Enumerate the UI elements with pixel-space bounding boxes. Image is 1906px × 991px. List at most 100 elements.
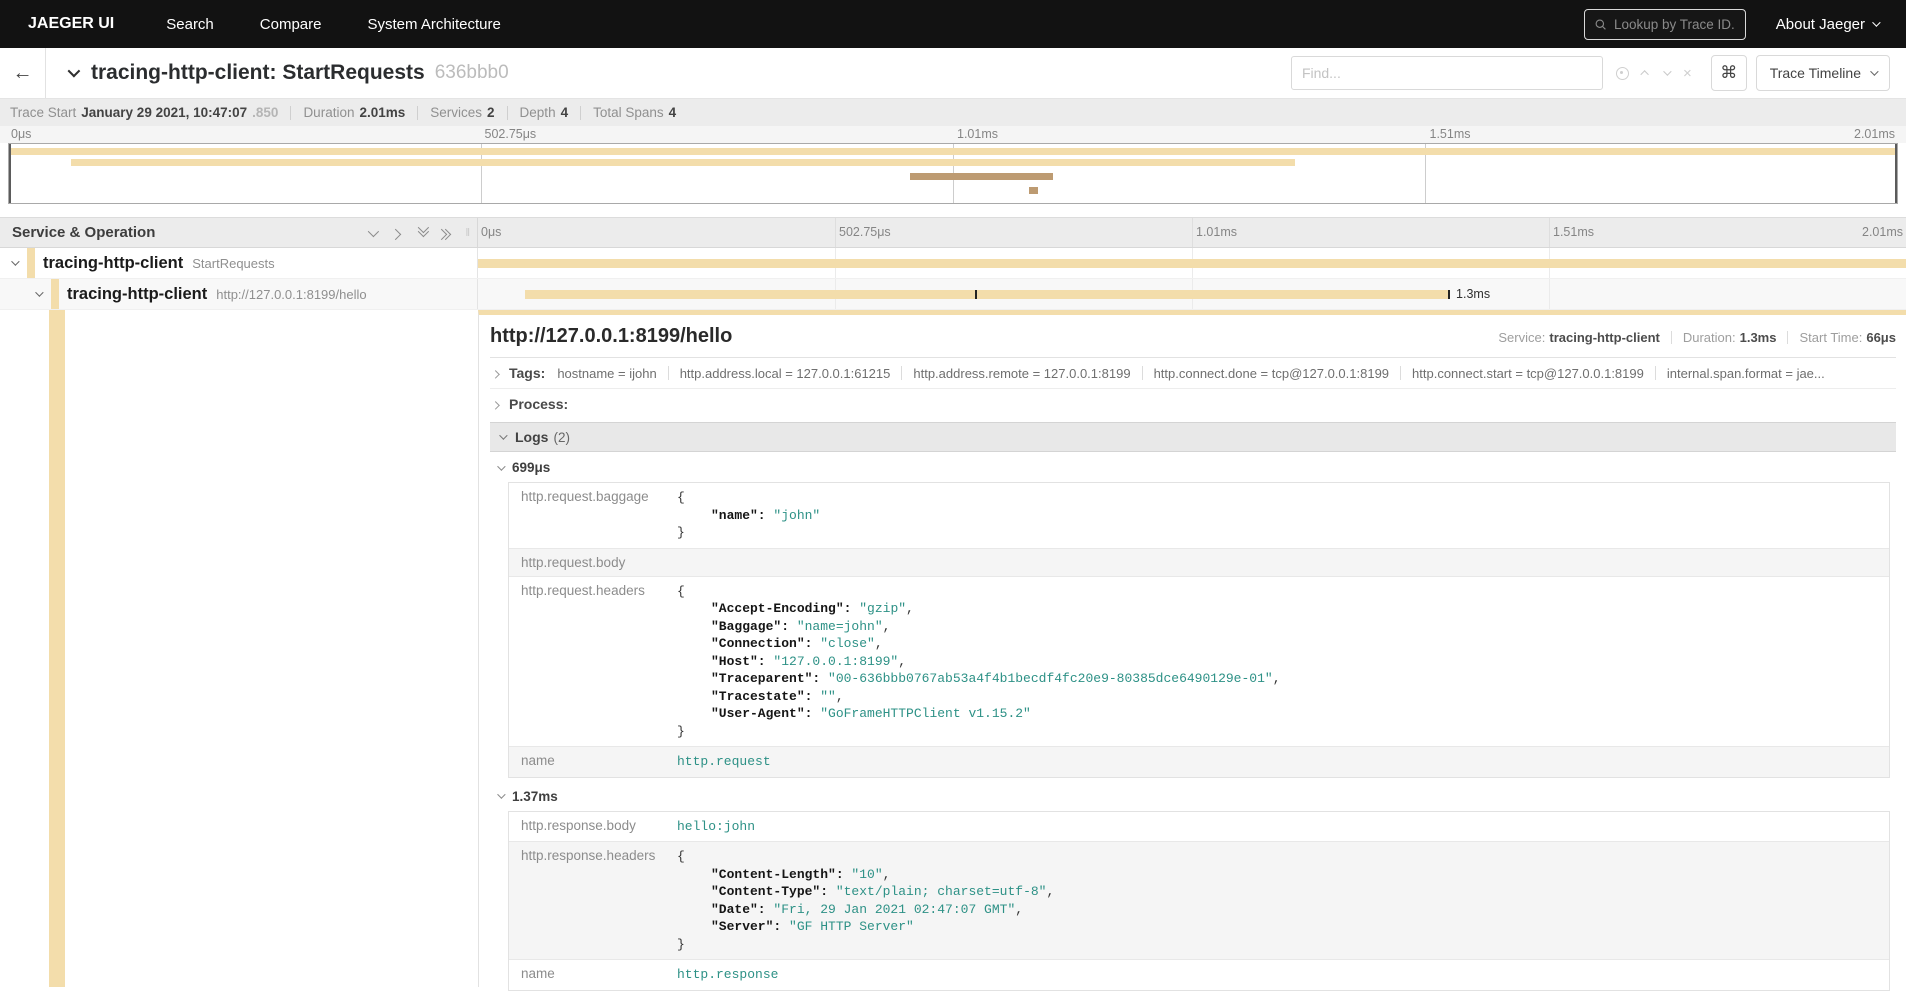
clear-find-icon[interactable]: × xyxy=(1683,66,1692,81)
log-timestamp-toggle[interactable]: 1.37ms xyxy=(490,781,1896,810)
log-field-row: http.response.bodyhello:john xyxy=(509,812,1889,843)
start-time-meta-label: Start Time: xyxy=(1799,330,1862,345)
log-field-value: {"Content-Length": "10","Content-Type": … xyxy=(669,842,1889,959)
next-result-icon[interactable] xyxy=(1663,67,1671,75)
log-field-plain-value: http.response xyxy=(677,967,778,982)
prev-result-icon[interactable] xyxy=(1640,70,1648,78)
service-meta-label: Service: xyxy=(1498,330,1545,345)
minimap-right-scrubber[interactable] xyxy=(1895,144,1897,203)
log-entry-1: 1.37ms http.response.bodyhello:johnhttp.… xyxy=(490,781,1896,991)
tag-separator xyxy=(901,366,902,380)
json-value: "text/plain; charset=utf-8" xyxy=(828,884,1046,899)
json-key: "Connection": xyxy=(711,636,812,651)
trace-header: ← tracing-http-client: StartRequests 636… xyxy=(0,48,1906,99)
minimap-span-bar xyxy=(1029,187,1038,194)
log-field-row: http.request.body xyxy=(509,549,1889,577)
app-brand[interactable]: JAEGER UI xyxy=(28,15,114,33)
focus-span-icon[interactable] xyxy=(1616,67,1629,80)
trace-start-value: January 29 2021, 10:47:07 xyxy=(81,105,247,120)
chevron-down-icon xyxy=(499,431,507,439)
tag-separator xyxy=(1655,366,1656,380)
span-children-toggle[interactable] xyxy=(11,260,27,266)
span-children-toggle[interactable] xyxy=(35,291,51,297)
service-operation-header: Service & Operation xyxy=(12,224,155,241)
span-service-name: tracing-http-client xyxy=(67,285,207,304)
span-row[interactable]: tracing-http-client StartRequests xyxy=(0,248,1906,279)
log-timestamp: 699μs xyxy=(512,460,550,475)
log-timestamp-toggle[interactable]: 699μs xyxy=(490,452,1896,481)
collapse-one-icon[interactable] xyxy=(368,225,379,236)
duration-value: 2.01ms xyxy=(359,105,405,120)
duration-meta-label: Duration: xyxy=(1683,330,1736,345)
json-value: "gzip" xyxy=(851,601,906,616)
json-key: "name": xyxy=(711,508,766,523)
log-field-value: {"Accept-Encoding": "gzip","Baggage": "n… xyxy=(669,577,1889,747)
tag-separator xyxy=(668,366,669,380)
trace-id-lookup[interactable] xyxy=(1584,9,1746,40)
keyboard-shortcuts-button[interactable]: ⌘ xyxy=(1711,55,1747,91)
span-duration-bar[interactable] xyxy=(478,259,1906,268)
trace-title-collapse-toggle[interactable] xyxy=(68,64,77,82)
tag-separator xyxy=(1142,366,1143,380)
logs-toggle-row[interactable]: Logs (2) xyxy=(490,422,1896,452)
minimap-tick: 1.51ms xyxy=(1426,127,1471,141)
log-field-key: http.response.headers xyxy=(509,842,669,959)
minimap-left-scrubber[interactable] xyxy=(9,144,11,203)
json-value: "john" xyxy=(766,508,821,523)
json-value: "GoFrameHTTPClient v1.15.2" xyxy=(812,706,1030,721)
log-field-value: http.request xyxy=(669,747,1889,777)
find-input[interactable] xyxy=(1291,56,1603,90)
log-field-key: http.response.body xyxy=(509,812,669,842)
total-spans-label: Total Spans xyxy=(593,105,664,120)
timeline-tick: 502.75μs xyxy=(835,225,891,239)
nav-item-system-architecture[interactable]: System Architecture xyxy=(367,16,500,33)
log-field-plain-value: http.request xyxy=(677,754,771,769)
collapse-all-icon[interactable] xyxy=(418,229,426,237)
minimap-span-bar xyxy=(71,159,1294,166)
expand-one-icon[interactable] xyxy=(390,228,401,239)
log-fields-table: http.request.baggage{"name": "john"}http… xyxy=(508,482,1890,778)
trace-id-lookup-input[interactable] xyxy=(1614,17,1735,32)
json-key: "Date": xyxy=(711,902,766,917)
span-service-name: tracing-http-client xyxy=(43,254,183,273)
back-button[interactable]: ← xyxy=(0,48,46,98)
json-value: "Fri, 29 Jan 2021 02:47:07 GMT" xyxy=(766,902,1016,917)
tags-toggle-row[interactable]: Tags: hostname = ijohnhttp.address.local… xyxy=(490,358,1896,388)
logs-header: Logs xyxy=(515,429,548,445)
log-field-row: name http.request xyxy=(509,747,1889,777)
about-jaeger-menu[interactable]: About Jaeger xyxy=(1776,16,1878,33)
json-key: "Server": xyxy=(711,919,781,934)
nav-item-search[interactable]: Search xyxy=(166,16,214,33)
service-meta-value: tracing-http-client xyxy=(1549,330,1660,345)
log-field-key: http.request.body xyxy=(509,549,669,576)
process-toggle-row[interactable]: Process: xyxy=(490,388,1896,419)
back-arrow-icon: ← xyxy=(13,62,33,85)
log-field-key: name xyxy=(509,747,669,777)
minimap-canvas[interactable] xyxy=(8,143,1898,204)
chevron-right-icon xyxy=(491,401,499,409)
nav-item-compare[interactable]: Compare xyxy=(260,16,322,33)
span-bar-cell-0[interactable] xyxy=(478,248,1906,278)
span-tag: hostname = ijohn xyxy=(557,366,656,381)
log-field-row: http.request.headers{"Accept-Encoding": … xyxy=(509,577,1889,748)
span-row-selected[interactable]: tracing-http-client http://127.0.0.1:819… xyxy=(0,279,1906,310)
total-spans-value: 4 xyxy=(669,105,677,120)
json-value: "10" xyxy=(844,867,883,882)
column-resizer-handle[interactable]: ‖ xyxy=(465,227,471,239)
span-log-marker xyxy=(1448,290,1450,299)
log-fields-table: http.response.bodyhello:johnhttp.respons… xyxy=(508,811,1890,991)
trace-view-selector[interactable]: Trace Timeline xyxy=(1756,55,1890,91)
json-key: "Host": xyxy=(711,654,766,669)
json-key: "Content-Type": xyxy=(711,884,828,899)
log-field-row: http.response.headers{"Content-Length": … xyxy=(509,842,1889,960)
chevron-down-icon xyxy=(497,790,505,798)
span-duration-bar[interactable] xyxy=(525,290,1449,299)
minimap-tick: 2.01ms xyxy=(1854,127,1895,141)
trace-id-short: 636bbb0 xyxy=(435,62,509,84)
minimap-tick: 1.01ms xyxy=(953,127,998,141)
process-header: Process: xyxy=(509,396,568,412)
span-color-stripe xyxy=(27,248,35,278)
expand-all-icon[interactable] xyxy=(443,229,451,237)
span-bar-cell-1[interactable]: 1.3ms xyxy=(478,279,1906,309)
json-value: "close" xyxy=(812,636,874,651)
